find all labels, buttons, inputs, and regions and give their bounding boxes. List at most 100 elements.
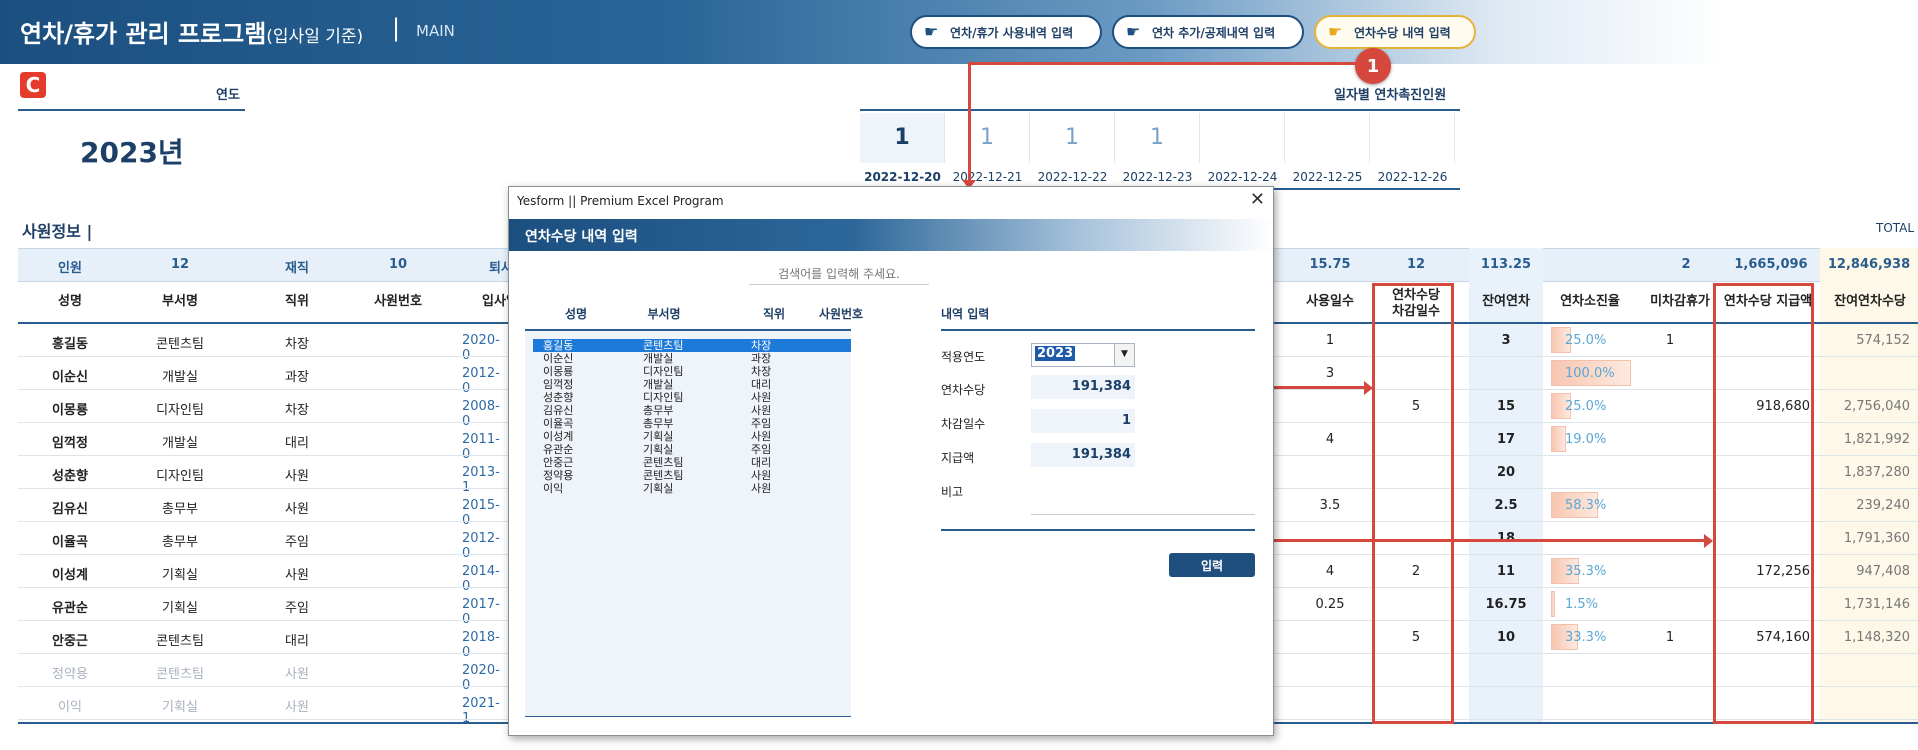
highlight-box-allowance-days: [1372, 283, 1454, 724]
dialog-banner-title: 연차수당 내역 입력: [525, 229, 638, 245]
remaining-days: 16.75: [1485, 597, 1527, 612]
app-logo-icon: C: [20, 72, 46, 98]
employee-list-item[interactable]: 홍길동 콘텐츠팀 차장: [533, 339, 851, 352]
promotion-date: 2022-12-26: [1377, 170, 1448, 184]
list-item-name: 김유신: [543, 404, 574, 417]
list-item-position: 대리: [751, 378, 772, 391]
promotion-date: 2022-12-25: [1292, 170, 1363, 184]
employee-hire-date: 2017-0: [462, 597, 500, 627]
employee-position: 사원: [285, 568, 309, 583]
summary-headcount: 12: [170, 257, 190, 272]
dialog-banner: 연차수당 내역 입력: [509, 219, 1273, 251]
summary-allowance-days: 12: [1406, 257, 1426, 272]
submit-button[interactable]: 입력: [1169, 553, 1255, 577]
usage-rate-bar: [1551, 426, 1566, 452]
allowance-field[interactable]: 191,384: [1031, 375, 1135, 399]
employee-list-item[interactable]: 이몽룡 디자인팀 차장: [533, 365, 851, 378]
list-item-dept: 디자인팀: [643, 365, 684, 378]
promotion-date: 2022-12-24: [1207, 170, 1278, 184]
divider: [525, 716, 851, 717]
employee-list-item[interactable]: 임꺽정 개발실 대리: [533, 378, 851, 391]
employee-dept: 총무부: [162, 502, 198, 517]
list-item-name: 이순신: [543, 352, 574, 365]
remaining-days: 20: [1496, 465, 1516, 480]
allowance-input-button[interactable]: ☛ 연차수당 내역 입력: [1314, 15, 1476, 49]
header-name: 성명: [58, 294, 82, 309]
list-item-name: 정약용: [543, 469, 574, 482]
employee-hire-date: 2012-0: [462, 531, 500, 561]
remaining-allowance-column-bg: [1820, 248, 1918, 723]
employee-list-item[interactable]: 안중근 콘텐츠팀 대리: [533, 456, 851, 469]
divider: [941, 529, 1255, 531]
list-header-name: 성명: [564, 307, 588, 321]
list-item-dept: 콘텐츠팀: [643, 469, 684, 482]
list-item-dept: 디자인팀: [643, 391, 684, 404]
remaining-days: 10: [1496, 630, 1516, 645]
app-title: 연차/휴가 관리 프로그램(입사일 기준): [20, 20, 364, 48]
list-header-dept: 부서명: [647, 307, 681, 321]
employee-dept: 콘텐츠팀: [156, 634, 204, 649]
days-field-label: 차감일수: [941, 417, 986, 431]
list-item-dept: 기획실: [643, 443, 674, 456]
chevron-down-icon[interactable]: ▼: [1114, 344, 1134, 366]
employee-list-item[interactable]: 이익 기획실 사원: [533, 482, 851, 495]
summary-active: 10: [388, 257, 408, 272]
summary-remaining: 113.25: [1480, 257, 1532, 272]
section-title: 사원정보 |: [22, 222, 93, 241]
employee-position: 사원: [285, 667, 309, 682]
close-icon[interactable]: ✕: [1250, 189, 1265, 210]
employee-list-item[interactable]: 성춘향 디자인팀 사원: [533, 391, 851, 404]
list-item-dept: 개발실: [643, 378, 674, 391]
employee-list-item[interactable]: 이순신 개발실 과장: [533, 352, 851, 365]
employee-dept: 기획실: [162, 568, 198, 583]
remaining-days: 2.5: [1494, 498, 1518, 513]
employee-list-item[interactable]: 이성계 기획실 사원: [533, 430, 851, 443]
annotation-line: [968, 62, 971, 182]
title-separator: |: [392, 14, 401, 42]
year-select[interactable]: 2023 ▼: [1031, 343, 1135, 367]
list-item-position: 주임: [751, 443, 772, 456]
employee-list-item[interactable]: 유관순 기획실 주임: [533, 443, 851, 456]
employee-position: 차장: [285, 337, 309, 352]
list-item-dept: 콘텐츠팀: [643, 339, 684, 352]
promotion-count-cell: 1: [1115, 113, 1200, 163]
vacation-adjust-input-button[interactable]: ☛ 연차 추가/공제내역 입력: [1112, 15, 1304, 49]
usage-rate: 35.3%: [1565, 564, 1607, 579]
amount-field[interactable]: 191,384: [1031, 443, 1135, 467]
employee-hire-date: 2015-0: [462, 498, 500, 528]
summary-headcount-label: 인원: [58, 261, 82, 276]
cursor-click-icon: ☛: [1126, 22, 1141, 41]
employee-hire-date: 2020-0: [462, 333, 500, 363]
employee-list-item[interactable]: 정약용 콘텐츠팀 사원: [533, 469, 851, 482]
used-days: 0.25: [1315, 597, 1345, 612]
list-item-position: 사원: [751, 430, 772, 443]
usage-rate: 25.0%: [1565, 333, 1607, 348]
employee-name: 홍길동: [52, 337, 88, 352]
used-days: 4: [1325, 432, 1335, 447]
note-field[interactable]: [1031, 471, 1255, 515]
summary-remaining-allowance-total: 12,846,938: [1827, 257, 1911, 272]
list-header-emp-no: 사원번호: [818, 307, 864, 321]
employee-list-item[interactable]: 이율곡 총무부 주임: [533, 417, 851, 430]
used-days: 4: [1325, 564, 1335, 579]
list-item-position: 사원: [751, 469, 772, 482]
annotation-arrow: [1364, 381, 1373, 395]
list-item-position: 사원: [751, 404, 772, 417]
employee-listbox[interactable]: 홍길동 콘텐츠팀 차장 이순신 개발실 과장 이몽룡 디자인팀 차장 임꺽정 개발실 대리 성춘향 디자인…: [525, 331, 851, 717]
total-label: TOTAL: [1876, 221, 1915, 235]
vacation-usage-input-button[interactable]: ☛ 연차/휴가 사용내역 입력: [910, 15, 1102, 49]
list-item-name: 이성계: [543, 430, 574, 443]
employee-hire-date: 2008-0: [462, 399, 500, 429]
annotation-line: [1270, 539, 1706, 542]
search-input[interactable]: [749, 263, 929, 285]
header-remaining: 잔여연차: [1482, 294, 1530, 309]
divider: [18, 109, 245, 111]
list-item-position: 주임: [751, 417, 772, 430]
list-item-position: 사원: [751, 482, 772, 495]
promotion-count-cell: 1: [860, 113, 945, 163]
employee-dept: 개발실: [162, 370, 198, 385]
employee-list-item[interactable]: 김유신 총무부 사원: [533, 404, 851, 417]
remaining-allowance: 574,152: [1856, 333, 1910, 348]
usage-rate: 1.5%: [1565, 597, 1599, 612]
days-field[interactable]: 1: [1031, 409, 1135, 433]
